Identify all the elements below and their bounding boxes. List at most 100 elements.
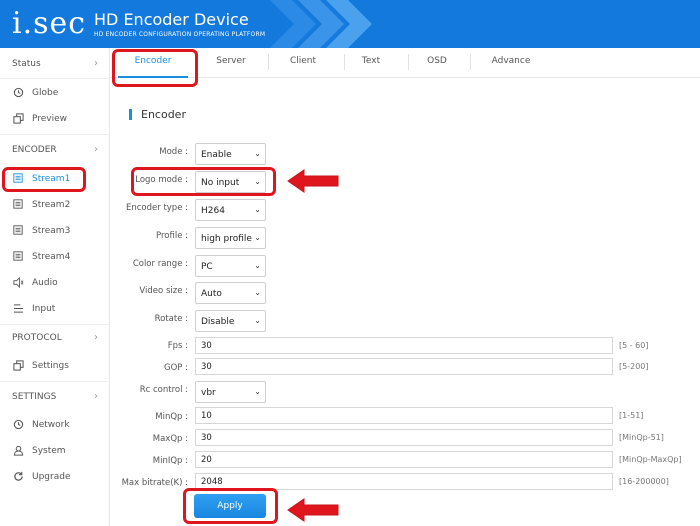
color-range-value: PC xyxy=(201,262,213,272)
mode-value: Enable xyxy=(201,150,232,160)
sidebar-item-audio[interactable]: Audio xyxy=(0,272,110,296)
sidebar-item-label: Upgrade xyxy=(32,472,71,482)
video-size-label: Video size : xyxy=(139,286,188,296)
annotation-arrow-left-icon xyxy=(287,169,339,193)
fps-range: [5 - 60] xyxy=(619,341,649,350)
sidebar-item-stream2[interactable]: Stream2 xyxy=(0,194,110,218)
annotation-arrow-left-icon xyxy=(287,498,339,522)
chevron-right-icon: › xyxy=(94,58,98,69)
maxqp-input[interactable]: 30 xyxy=(195,429,613,446)
chevron-down-icon: ⌄ xyxy=(254,149,261,158)
annotation-box-apply xyxy=(183,488,278,524)
list-icon xyxy=(12,225,24,237)
tab-text[interactable]: Text xyxy=(340,56,402,76)
sidebar-item-label: Stream4 xyxy=(32,252,71,262)
preview-icon xyxy=(12,113,24,125)
profile-select[interactable]: high profile ⌄ xyxy=(195,227,266,249)
divider xyxy=(0,78,110,79)
annotation-box-encoder-tab xyxy=(112,49,198,87)
chevron-down-icon: ⌄ xyxy=(254,316,261,325)
sidebar-section-label: ENCODER xyxy=(12,145,57,155)
sidebar-section-label: Status xyxy=(12,59,41,69)
sidebar-item-globe[interactable]: Globe xyxy=(0,82,110,106)
list-icon xyxy=(12,199,24,211)
profile-label: Profile : xyxy=(156,231,188,241)
encoder-type-select[interactable]: H264 ⌄ xyxy=(195,199,266,221)
sidebar-item-label: Input xyxy=(32,304,56,314)
color-range-label: Color range : xyxy=(132,259,188,269)
max-bitrate-label: Max bitrate(K) : xyxy=(121,478,188,488)
mode-select[interactable]: Enable ⌄ xyxy=(195,143,266,165)
sidebar-item-input[interactable]: Input xyxy=(0,298,110,322)
clock-icon xyxy=(12,87,24,99)
sidebar-item-label: Audio xyxy=(32,278,58,288)
tab-separator xyxy=(268,54,269,70)
video-size-value: Auto xyxy=(201,289,222,299)
gop-value: 30 xyxy=(201,362,212,372)
tab-client[interactable]: Client xyxy=(270,56,336,76)
speaker-icon xyxy=(12,276,24,289)
annotation-box-stream1 xyxy=(2,167,86,192)
sidebar-item-label: Settings xyxy=(32,361,69,371)
sidebar-item-settings[interactable]: Settings xyxy=(0,355,110,379)
brand-logo: i.sec xyxy=(12,6,87,41)
fps-input[interactable]: 30 xyxy=(195,337,613,354)
settings-icon xyxy=(12,360,24,372)
sidebar-item-label: Globe xyxy=(32,88,59,98)
gop-input[interactable]: 30 xyxy=(195,358,613,375)
rotate-value: Disable xyxy=(201,317,235,327)
header-chevron-decoration xyxy=(270,0,372,48)
sidebar-item-system[interactable]: System xyxy=(0,440,110,464)
miniqp-label: MinIQp : xyxy=(152,456,188,466)
sidebar-item-label: Stream3 xyxy=(32,226,71,236)
app-header: i.sec HD Encoder Device HD ENCODER CONFI… xyxy=(0,0,700,48)
miniqp-value: 20 xyxy=(201,455,212,465)
sidebar-item-preview[interactable]: Preview xyxy=(0,108,110,132)
encoder-type-value: H264 xyxy=(201,206,225,216)
tab-server[interactable]: Server xyxy=(196,56,266,76)
minqp-value: 10 xyxy=(201,411,212,421)
sidebar-item-label: System xyxy=(32,446,66,456)
sidebar-item-stream4[interactable]: Stream4 xyxy=(0,246,110,270)
chevron-down-icon: ⌄ xyxy=(254,261,261,270)
rc-control-label: Rc control : xyxy=(139,385,188,395)
maxqp-range: [MinQp-51] xyxy=(619,433,664,442)
sidebar-item-stream3[interactable]: Stream3 xyxy=(0,220,110,244)
tab-separator xyxy=(470,54,471,70)
sidebar-section-settings[interactable]: SETTINGS › xyxy=(0,385,110,411)
tab-bar: Encoder Server Client Text OSD Advance xyxy=(110,48,700,78)
input-icon xyxy=(12,303,24,315)
chevron-down-icon: ⌄ xyxy=(254,288,261,297)
rotate-select[interactable]: Disable ⌄ xyxy=(195,310,266,332)
encoder-type-label: Encoder type : xyxy=(125,203,188,213)
tab-osd[interactable]: OSD xyxy=(406,56,468,76)
refresh-icon xyxy=(12,471,24,483)
sidebar-item-network[interactable]: Network xyxy=(0,414,110,438)
rc-control-select[interactable]: vbr ⌄ xyxy=(195,381,266,403)
sidebar-section-label: SETTINGS xyxy=(12,392,57,402)
sidebar-section-status[interactable]: Status › xyxy=(0,52,110,78)
sidebar-section-encoder[interactable]: ENCODER › xyxy=(0,138,110,164)
chevron-down-icon: ⌄ xyxy=(254,205,261,214)
miniqp-input[interactable]: 20 xyxy=(195,451,613,468)
color-range-select[interactable]: PC ⌄ xyxy=(195,255,266,277)
profile-value: high profile xyxy=(201,234,252,244)
tab-advance[interactable]: Advance xyxy=(474,56,548,76)
maxqp-value: 30 xyxy=(201,433,212,443)
sidebar-item-label: Network xyxy=(32,420,70,430)
list-icon xyxy=(12,251,24,263)
minqp-label: MinQp : xyxy=(155,412,188,422)
divider xyxy=(0,134,110,135)
sidebar-section-protocol[interactable]: PROTOCOL › xyxy=(0,326,110,352)
sidebar-item-label: Preview xyxy=(32,114,68,124)
rotate-label: Rotate : xyxy=(154,314,188,324)
video-size-select[interactable]: Auto ⌄ xyxy=(195,282,266,304)
app-subtitle: HD ENCODER CONFIGURATION OPERATING PLATF… xyxy=(94,31,266,38)
sidebar-section-label: PROTOCOL xyxy=(12,333,62,343)
user-icon xyxy=(12,445,24,457)
divider xyxy=(0,381,110,382)
rc-control-value: vbr xyxy=(201,388,216,398)
chevron-down-icon: ⌄ xyxy=(254,233,261,242)
minqp-input[interactable]: 10 xyxy=(195,407,613,424)
sidebar: Status › Globe Preview ENCODER › Stream1… xyxy=(0,48,110,526)
